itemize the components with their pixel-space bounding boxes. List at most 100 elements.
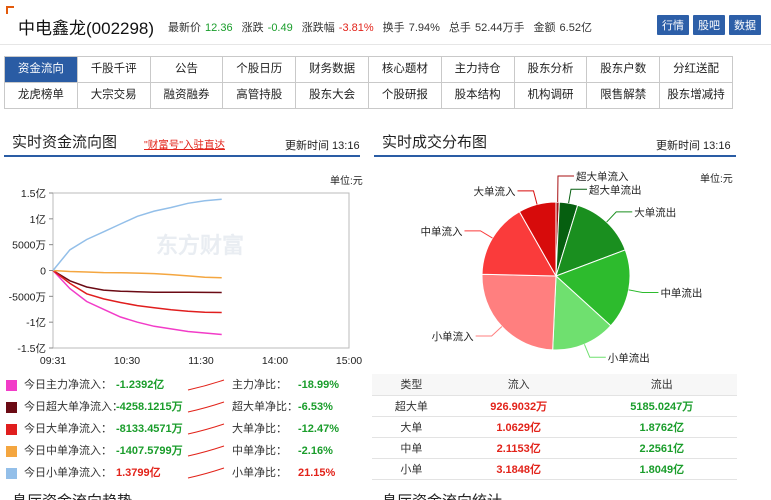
legend-value: -4258.1215万 [116, 401, 183, 413]
table-row: 中单 2.1153亿 2.2561亿 [372, 437, 737, 459]
quote-value: 52.44万手 [471, 22, 525, 34]
quote-label: 涨跌 [241, 22, 264, 34]
row-type: 大单 [372, 416, 451, 438]
legend-ratio-value: -6.53% [298, 401, 333, 413]
quote-label: 最新价 [168, 22, 201, 34]
table-header-row: 类型 流入 流出 [372, 374, 737, 396]
nav-tab[interactable]: 机构调研 [514, 83, 588, 109]
table-header: 流入 [450, 374, 587, 396]
pie-label: 中单流入 [420, 225, 462, 238]
nav-tab[interactable]: 核心题材 [368, 57, 442, 83]
legend-trend-mark [187, 379, 225, 391]
plot-frame [52, 192, 350, 349]
nav-tab[interactable]: 财务数据 [296, 57, 369, 83]
quote-value: 7.94% [405, 22, 440, 34]
nav-tab[interactable]: 千股千评 [77, 57, 151, 83]
flow-chart-title: 实时资金流向图 [12, 134, 118, 151]
caifuhao-link[interactable]: "财富号"入驻直达 [144, 137, 225, 152]
nav-tab[interactable]: 龙虎榜单 [5, 83, 78, 109]
nav-tab[interactable]: 股本结构 [441, 83, 515, 109]
table-header: 流出 [586, 374, 737, 396]
nav-tab[interactable]: 公告 [150, 57, 224, 83]
series-line-0 [52, 269, 222, 336]
legend-row: 今日主力净流入： -1.2392亿 主力净比： -18.99% [6, 374, 360, 396]
legend-row: 今日大单净流入： -8133.4571万 大单净比： -12.47% [6, 418, 360, 440]
header-button[interactable]: 股吧 [693, 15, 725, 35]
pie-label: 超大单流入 [576, 170, 629, 183]
nav-tab[interactable]: 高管持股 [223, 83, 297, 109]
legend-swatch [6, 446, 17, 457]
x-tick-label: 09:31 [40, 355, 66, 367]
y-tick-label: 5000万 [12, 240, 46, 252]
legend-trend-mark [187, 401, 225, 413]
nav-tab[interactable]: 分红送配 [660, 57, 733, 83]
pie-leader-5 [475, 326, 503, 337]
nav-tab[interactable]: 个股研报 [368, 83, 442, 109]
legend-value: -1407.5799万 [116, 445, 183, 457]
inflow-cell: 1.0629亿 [450, 416, 587, 438]
quote-item: 涨跌幅 -3.81% [302, 19, 375, 35]
pie-label: 小单流出 [608, 351, 650, 364]
nav-tab[interactable]: 融资融券 [150, 83, 224, 109]
y-tick-label: 1亿 [30, 213, 46, 226]
y-tick-label: 0 [40, 266, 46, 278]
legend-trend-mark [187, 423, 225, 435]
pie-label: 大单流入 [473, 185, 515, 198]
legend-ratio-value: 21.15% [298, 467, 336, 479]
outflow-cell: 1.8762亿 [586, 416, 737, 438]
legend-trend-mark [187, 467, 225, 479]
legend-ratio-label: 大单净比： [232, 423, 287, 435]
nav-tab[interactable]: 股东户数 [587, 57, 661, 83]
quote-label: 涨跌幅 [301, 22, 335, 34]
quote-item: 最新价 12.36 [168, 19, 234, 35]
nav-tab[interactable]: 股东增减持 [660, 83, 733, 109]
x-tick-label: 10:30 [114, 355, 140, 367]
nav-row: 资金流向 千股千评 公告 个股日历 财务数据 核心题材 主力持仓 股东分析 股东户数 分红送配 [5, 57, 733, 83]
quote-label: 金额 [533, 22, 556, 34]
legend-value: -8133.4571万 [116, 423, 183, 435]
dist-update-time: 更新时间 13:16 [656, 140, 731, 152]
legend-trend-mark [187, 445, 225, 457]
inflow-cell: 926.9032万 [450, 395, 587, 417]
inflow-cell: 2.1153亿 [450, 437, 587, 459]
header-button[interactable]: 行情 [657, 15, 689, 35]
nav-tab[interactable]: 股东大会 [296, 83, 369, 109]
x-tick-label: 15:00 [336, 355, 362, 367]
pie-label: 小单流入 [432, 330, 474, 343]
legend-row: 今日超大单净流入： -4258.1215万 超大单净比： -6.53% [6, 396, 360, 418]
nav-tab[interactable]: 资金流向 [5, 57, 78, 83]
inflow-cell: 3.1848亿 [450, 458, 587, 480]
pie-leader-4 [583, 344, 606, 358]
pie-slice-5 [481, 273, 557, 351]
series-line-3 [52, 269, 222, 279]
quote-item: 涨跌 -0.49 [242, 19, 294, 35]
header-divider [0, 44, 771, 45]
legend-ratio-value: -18.99% [298, 379, 339, 391]
flow-table: 类型 流入 流出 超大单 926.9032万 5185.0247万 大单 1.0629亿 1.8… [372, 374, 737, 480]
quote-value: -3.81% [335, 22, 374, 34]
nav-tab[interactable]: 限售解禁 [587, 83, 661, 109]
row-type: 小单 [372, 458, 451, 480]
table-row: 超大单 926.9032万 5185.0247万 [372, 395, 737, 417]
quote-label: 换手 [382, 22, 405, 34]
nav-row: 龙虎榜单 大宗交易 融资融券 高管持股 股东大会 个股研报 股本结构 机构调研 限售解禁 股东增减… [5, 83, 733, 109]
quote-bar: 最新价 12.36 涨跌 -0.49 涨跌幅 -3.81% 换手 7.94% 总手 52… [168, 19, 601, 35]
legend-value: -1.2392亿 [116, 379, 165, 391]
flow-panel-rule [4, 155, 360, 157]
nav-tab[interactable]: 个股日历 [223, 57, 297, 83]
pie-leader-6 [464, 230, 493, 239]
nav-tab[interactable]: 股东分析 [514, 57, 588, 83]
quote-item: 换手 7.94% [383, 19, 441, 35]
nav-tab[interactable]: 大宗交易 [77, 83, 151, 109]
legend-ratio-value: -2.16% [298, 445, 333, 457]
nav-tab[interactable]: 主力持仓 [441, 57, 515, 83]
header-button[interactable]: 数据 [729, 15, 761, 35]
quote-value: 6.52亿 [556, 22, 592, 34]
pie-leader-3 [628, 289, 659, 294]
y-tick-label: -1.5亿 [17, 342, 46, 355]
stock-header: 中电鑫龙(002298) 最新价 12.36 涨跌 -0.49 涨跌幅 -3.81%… [0, 0, 771, 46]
legend-label: 今日小单净流入： [24, 467, 112, 479]
quote-item: 总手 52.44万手 [449, 19, 526, 35]
legend-ratio-value: -12.47% [298, 423, 339, 435]
stock-name: 中电鑫龙(002298) [18, 19, 155, 38]
